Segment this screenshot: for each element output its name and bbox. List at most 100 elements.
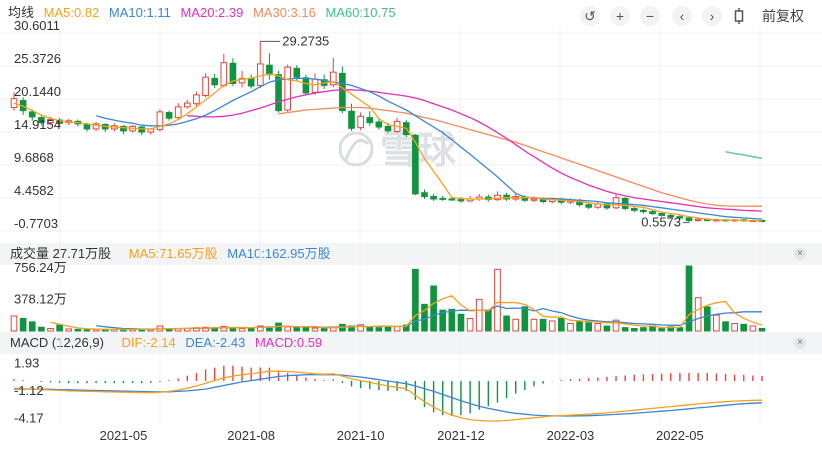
candlestick-icon	[734, 8, 744, 24]
candle-body	[649, 211, 656, 215]
stock-chart[interactable]: 雪球 30.601125.372620.144014.91549.68684.4…	[0, 0, 822, 457]
vol-ma5-line	[50, 295, 763, 331]
ma30-line	[278, 106, 762, 207]
volume-legend: 成交量 27.71万股 MA5:71.65万股 MA10:162.95万股 ×	[0, 243, 822, 265]
dea-legend: DEA:-2.43	[185, 335, 246, 350]
volume-bar	[630, 328, 638, 332]
volume-bar	[457, 313, 465, 332]
volume-bar	[521, 306, 529, 332]
ma10-legend: MA10:1.11	[108, 5, 171, 20]
volume-bar	[220, 325, 228, 332]
x-tick-label: 2021-08	[227, 428, 275, 443]
candle-body	[539, 198, 547, 203]
candle-body	[694, 218, 702, 221]
volume-bar	[731, 323, 738, 332]
volume-bar	[430, 285, 437, 332]
volume-bar	[557, 318, 565, 332]
candle-body	[594, 203, 602, 208]
volume-bar	[475, 298, 483, 332]
candle-body	[722, 219, 729, 222]
volume-bar	[713, 314, 720, 332]
candle-body	[713, 219, 720, 222]
volume-bar	[202, 326, 209, 332]
macd-tick-label: -1.12	[14, 383, 44, 398]
candle-body	[685, 217, 693, 221]
volume-bar	[612, 319, 620, 332]
max-price-label: 29.2735	[282, 33, 329, 48]
candle-body	[740, 219, 748, 222]
reset-button[interactable]: ↺	[580, 6, 600, 26]
next-button[interactable]: ›	[702, 6, 722, 26]
plus-icon: +	[615, 8, 625, 24]
candle-body	[475, 196, 483, 200]
volume-bar	[266, 326, 273, 332]
vol-ma5-legend: MA5:71.65万股	[128, 246, 218, 261]
close-volume-button[interactable]: ×	[794, 248, 806, 260]
candle-body	[521, 196, 529, 201]
candle-body	[357, 115, 364, 129]
volume-bar	[348, 325, 355, 332]
candle-body	[548, 199, 556, 203]
candle-body	[348, 110, 355, 129]
volume-bar	[229, 327, 237, 332]
candle-body	[503, 194, 510, 200]
x-tick-label: 2022-03	[547, 428, 595, 443]
min-price-label: 0.5573	[641, 215, 681, 230]
volume-bar	[92, 328, 100, 332]
candle-body	[10, 98, 18, 108]
candle-body	[74, 120, 82, 125]
candle-body	[293, 67, 301, 78]
price-tick-label: 4.4582	[14, 183, 54, 198]
volume-bar	[512, 318, 520, 332]
volume-bar	[311, 327, 319, 332]
candle-body	[576, 199, 583, 206]
volume-bar	[111, 329, 118, 332]
zoom-in-button[interactable]: +	[610, 6, 630, 26]
x-tick-label: 2021-12	[437, 428, 485, 443]
vol-ma10-legend: MA10:162.95万股	[227, 246, 331, 261]
price-tick-label: -0.7703	[14, 216, 58, 231]
volume-bar	[302, 326, 310, 332]
candle-body	[512, 195, 520, 200]
macd-title: MACD (12,26,9)	[10, 335, 104, 350]
candle-body	[758, 219, 766, 222]
candle-toggle-button[interactable]	[733, 7, 745, 25]
volume-bar	[83, 329, 91, 332]
candle-body	[393, 120, 401, 132]
volume-bar	[722, 321, 729, 332]
macd-value-legend: MACD:0.59	[254, 335, 323, 350]
volume-bar	[448, 308, 456, 332]
volume-bar	[183, 328, 191, 332]
candle-body	[412, 134, 419, 195]
x-tick-label: 2022-05	[656, 428, 704, 443]
candle-body	[311, 78, 319, 93]
candle-body	[202, 76, 209, 96]
candle-body	[19, 100, 27, 112]
reset-icon: ↺	[584, 8, 596, 24]
candle-body	[156, 111, 164, 131]
candle-body	[275, 74, 282, 112]
candle-body	[211, 77, 219, 86]
candle-body	[457, 199, 465, 202]
close-macd-button[interactable]: ×	[794, 337, 806, 349]
candle-body	[567, 199, 574, 203]
prev-button[interactable]: ‹	[672, 6, 692, 26]
volume-bar	[402, 324, 410, 332]
volume-bar	[256, 325, 264, 332]
volume-bar	[101, 328, 109, 332]
volume-bar	[366, 326, 374, 332]
x-tick-label: 2021-05	[100, 428, 148, 443]
volume-bar	[649, 325, 656, 332]
candle-body	[111, 125, 118, 130]
candle-body	[138, 126, 146, 133]
candle-body	[284, 66, 291, 111]
candle-body	[430, 195, 437, 200]
chevron-left-icon: ‹	[679, 8, 685, 24]
adjust-dropdown[interactable]: 前复权	[762, 6, 804, 26]
volume-bar	[247, 327, 255, 332]
volume-bar	[393, 325, 401, 332]
ma60-line	[725, 150, 763, 160]
candle-body	[238, 77, 246, 84]
macd-tick-label: -4.17	[14, 410, 44, 425]
zoom-out-button[interactable]: −	[640, 6, 660, 26]
